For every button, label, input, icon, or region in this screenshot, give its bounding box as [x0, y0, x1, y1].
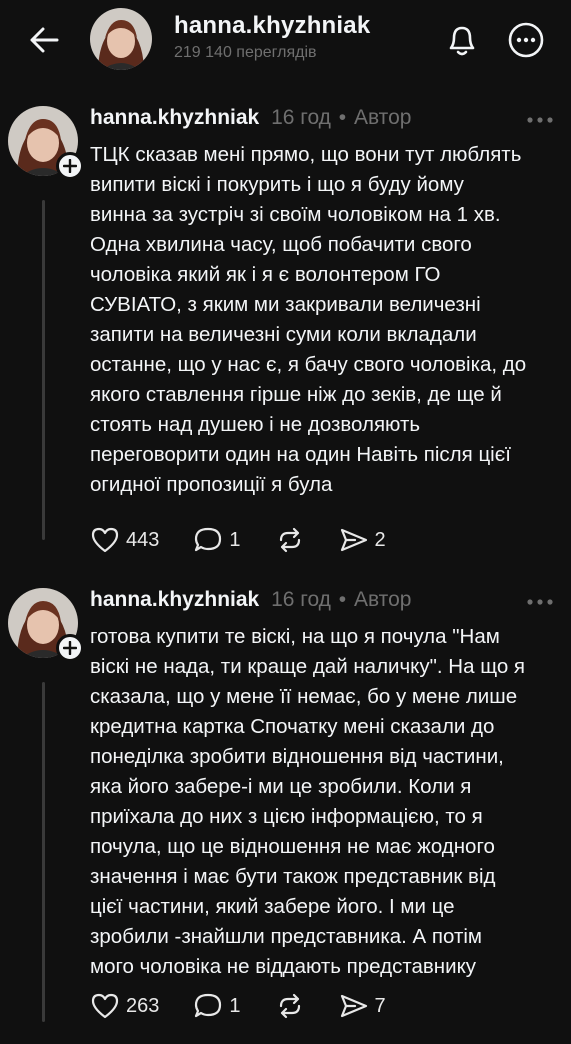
follow-button[interactable] — [56, 152, 84, 180]
post-text-line: стоять над душею і не дозволяють — [90, 413, 421, 436]
post-text-line: Одна хвилина часу, щоб побачити свого — [90, 233, 472, 256]
author-tag: Автор — [353, 106, 412, 129]
send-icon — [340, 994, 367, 1018]
send-icon — [340, 528, 367, 552]
thread-connector-line — [42, 682, 45, 1022]
profile-username[interactable]: hanna.khyzhniak — [174, 12, 370, 40]
post-text: ТЦК сказав мені прямо, що вони тут любля… — [90, 140, 562, 500]
post-text-line: ТЦК сказав мені прямо, що вони тут любля… — [90, 143, 522, 166]
avatar[interactable] — [90, 8, 152, 70]
post-text-line: готова купити те віскі, на що я почула "… — [90, 625, 500, 648]
separator-dot: • — [338, 588, 347, 611]
post-text-line: цієї частини, який забере його. І ми це — [90, 895, 455, 918]
heart-icon — [91, 993, 119, 1019]
share-button[interactable]: 2 — [339, 526, 386, 554]
avatar-wrap — [8, 588, 84, 662]
thread-post: hanna.khyzhniak 16 год • Автор ТЦК сказа… — [0, 90, 571, 580]
post-timestamp: 16 год — [271, 588, 331, 611]
thread-connector-line — [42, 200, 45, 540]
post-text: готова купити те віскі, на що я почула "… — [90, 622, 562, 982]
post-text-line: випити віскі і покурить і що я буду йому — [90, 173, 464, 196]
share-count: 7 — [374, 994, 386, 1017]
post-text-line: СУВІАТО, з яким ми закривали величезні — [90, 293, 481, 316]
post-text-line: зробили -знайшли представника. А потім — [90, 925, 483, 948]
more-horizontal-icon — [527, 117, 553, 123]
post-username[interactable]: hanna.khyzhniak — [90, 106, 259, 129]
post-text-line: винна за зустріч зі своїм чоловіком на 1… — [90, 203, 501, 226]
post-text-line: переговорити один на один Навіть після ц… — [90, 443, 511, 466]
comment-icon — [195, 527, 222, 552]
view-count: 219 140 переглядів — [174, 44, 317, 61]
like-count: 263 — [126, 994, 160, 1017]
post-text-line: кредитна картка Спочатку мені сказали до — [90, 715, 495, 738]
post-text-line: сказала, що у мене її немає, бо у мене л… — [90, 685, 518, 708]
more-circle-icon — [508, 22, 544, 58]
like-button[interactable]: 263 — [90, 992, 159, 1020]
heart-icon — [91, 527, 119, 553]
like-count: 443 — [126, 528, 160, 551]
repost-button[interactable] — [275, 992, 305, 1020]
post-text-line: віскі не нада, ти краще дай наличку". На… — [90, 655, 526, 678]
thread-post: hanna.khyzhniak 16 год • Автор готова ку… — [0, 572, 571, 1044]
notifications-button[interactable] — [440, 18, 484, 62]
post-more-button[interactable] — [520, 588, 560, 616]
post-text-line: мого чоловіка не віддають представнику — [90, 955, 477, 978]
share-count: 2 — [374, 528, 386, 551]
like-button[interactable]: 443 — [90, 526, 159, 554]
post-header: hanna.khyzhniak 16 год • Автор — [90, 588, 411, 612]
post-text-line: приїхала до них з цією інформацією, то я — [90, 805, 483, 828]
comment-icon — [195, 993, 222, 1018]
post-header: hanna.khyzhniak 16 год • Автор — [90, 106, 411, 130]
bell-icon — [449, 26, 475, 56]
more-options-button[interactable] — [504, 18, 548, 62]
author-tag: Автор — [353, 588, 412, 611]
post-text-line: яка його забере-і ми це зробили. Коли я — [90, 775, 472, 798]
separator-dot: • — [338, 106, 347, 129]
reply-button[interactable]: 1 — [193, 526, 241, 554]
post-actions: 263 1 7 — [90, 992, 420, 1020]
post-text-line: почула, що це відношення не має жодного — [90, 835, 495, 858]
post-text-line: якого ставлення гірше ніж до зеків, де щ… — [90, 383, 502, 406]
arrow-left-icon — [30, 27, 59, 53]
post-text-line: значення і має бути також представник ві… — [90, 865, 496, 888]
post-actions: 443 1 2 — [90, 526, 420, 554]
reply-button[interactable]: 1 — [193, 992, 241, 1020]
share-button[interactable]: 7 — [339, 992, 386, 1020]
post-text-line: чоловіка який як і я є волонтером ГО — [90, 263, 441, 286]
follow-button[interactable] — [56, 634, 84, 662]
reply-count: 1 — [229, 528, 241, 551]
reply-count: 1 — [229, 994, 241, 1017]
post-text-line: останне, що у нас є, я бачу свого чолові… — [90, 353, 527, 376]
top-bar: hanna.khyzhniak 219 140 переглядів — [0, 0, 571, 80]
plus-icon — [63, 641, 77, 655]
more-horizontal-icon — [527, 599, 553, 605]
repost-button[interactable] — [275, 526, 305, 554]
post-timestamp: 16 год — [271, 106, 331, 129]
avatar-wrap — [8, 106, 84, 180]
post-text-line: запити на величезні суми коли вкладали — [90, 323, 477, 346]
repost-icon — [279, 527, 300, 553]
post-more-button[interactable] — [520, 106, 560, 134]
repost-icon — [279, 993, 300, 1019]
post-text-line: огидної пропозиції я була — [90, 473, 333, 496]
post-text-line: понеділка зробити відношення від частини… — [90, 745, 504, 768]
plus-icon — [63, 159, 77, 173]
post-username[interactable]: hanna.khyzhniak — [90, 588, 259, 611]
back-button[interactable] — [24, 20, 64, 60]
